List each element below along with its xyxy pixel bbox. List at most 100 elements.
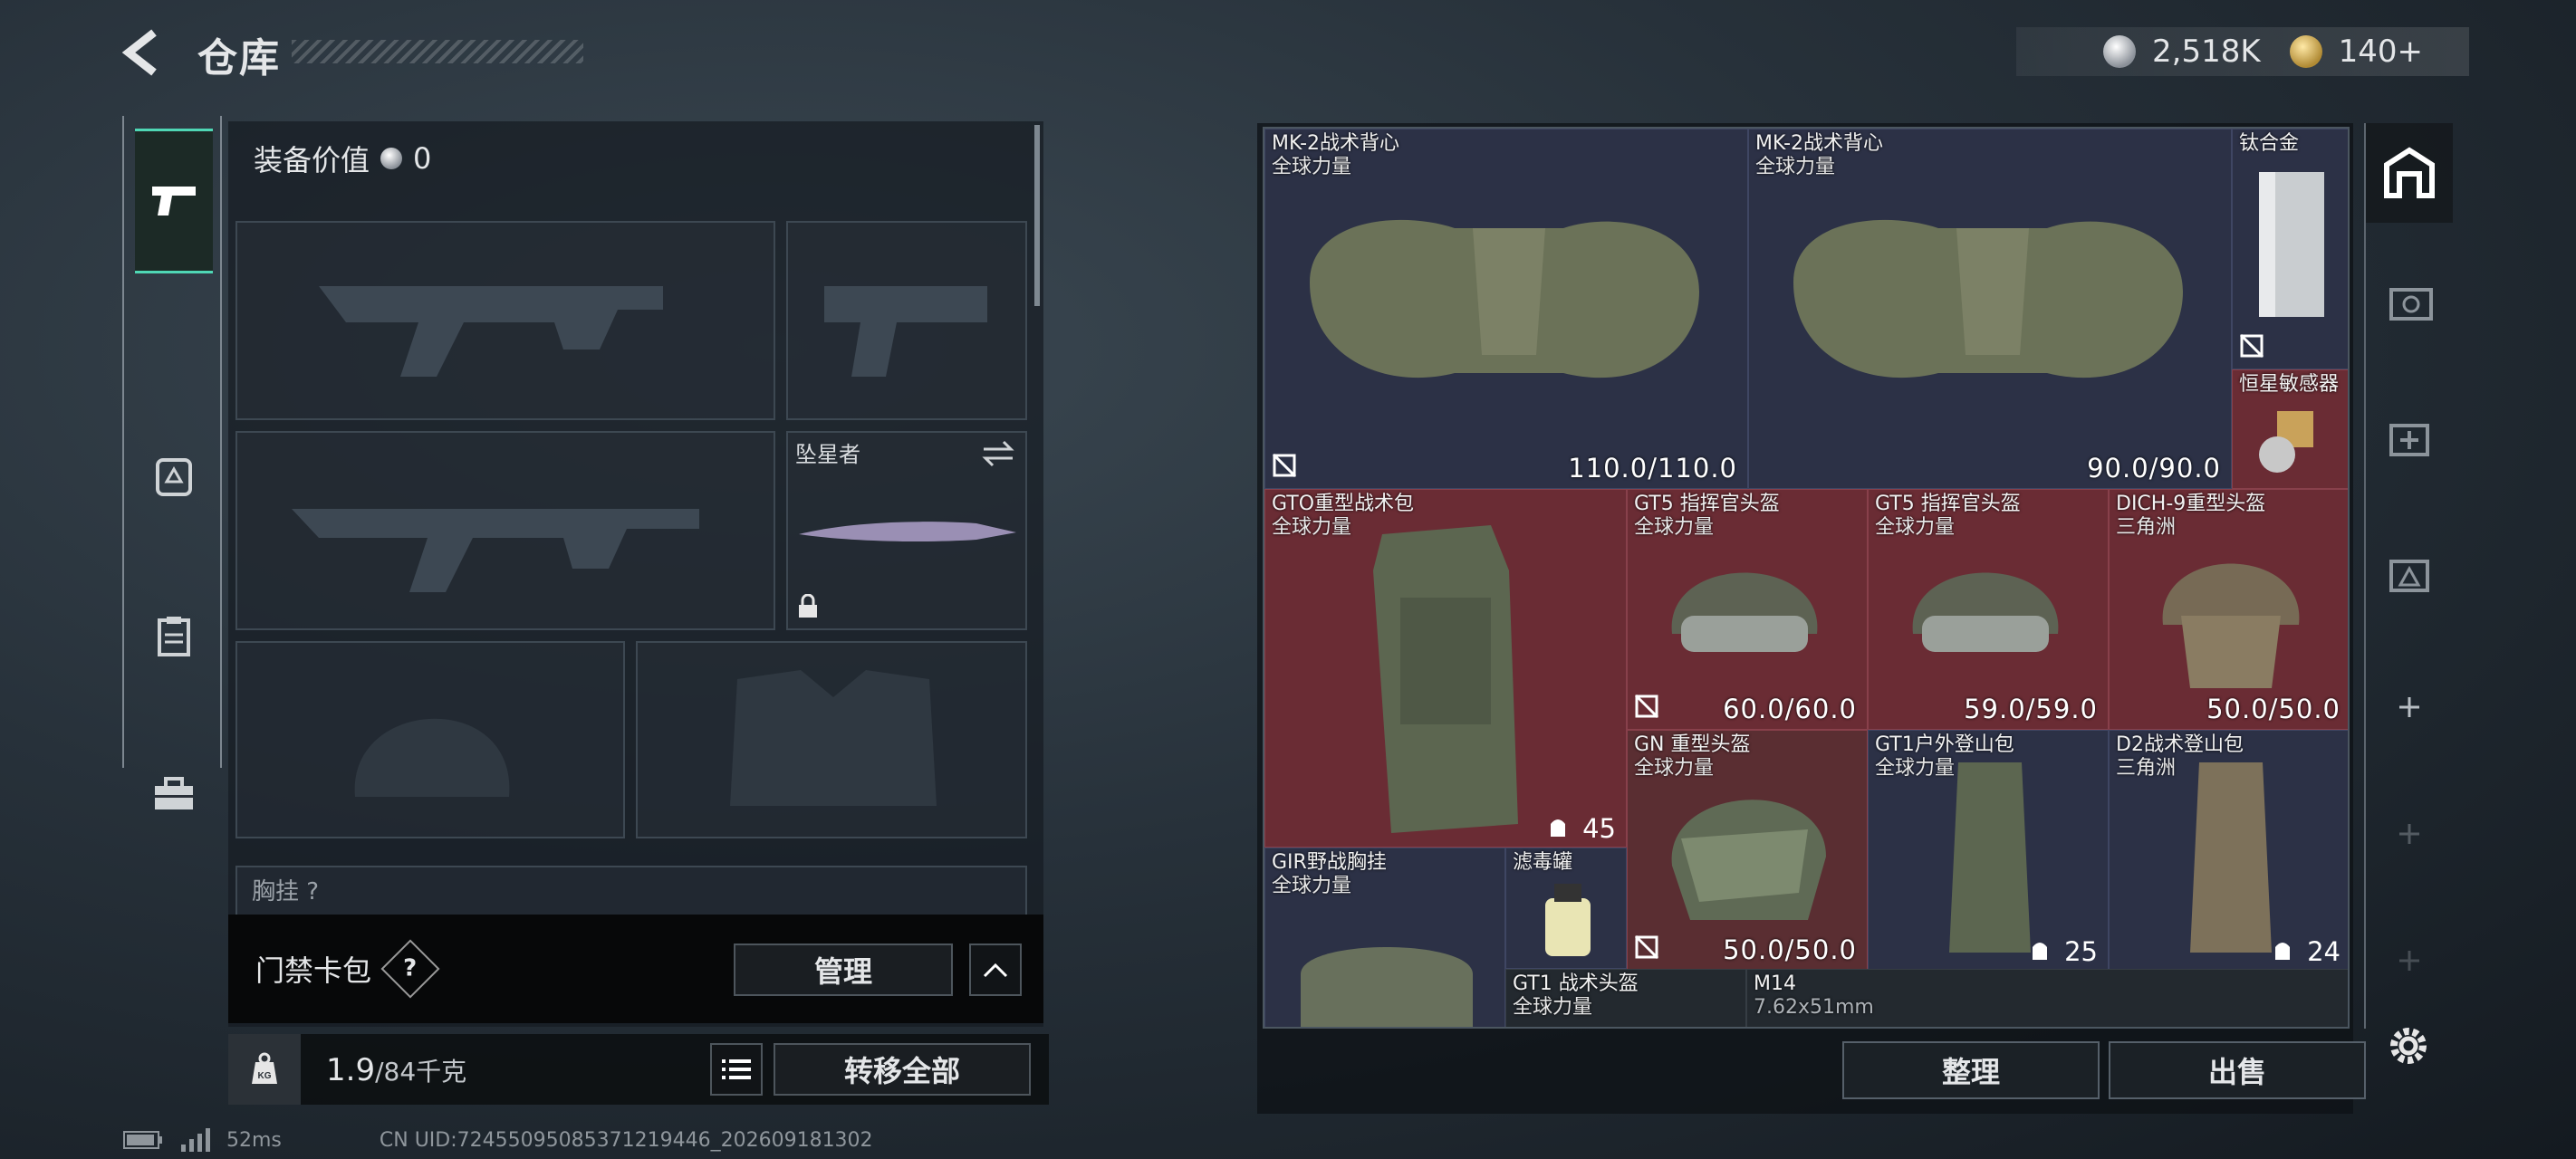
melee-name: 坠星者	[795, 442, 860, 467]
armor-box-icon	[2389, 560, 2429, 592]
equip-value: 装备价值 0	[254, 138, 431, 179]
helmet-icon	[2162, 563, 2300, 688]
storage-item-helmet[interactable]: GT1 战术头盔 全球力量	[1505, 969, 1746, 1027]
signal-icon	[181, 1128, 210, 1152]
storage-item-backpack[interactable]: GTO重型战术包 全球力量 45	[1264, 489, 1627, 848]
storage-item-gas-canister[interactable]: 滤毒罐	[1505, 848, 1627, 969]
tab-storage-4[interactable]	[2366, 250, 2453, 350]
storage-item-rifle[interactable]: M14 7.62x51mm	[1746, 969, 2348, 1027]
chest-rig-label: 胸挂 ?	[252, 878, 320, 905]
storage-box-icon	[2389, 288, 2433, 321]
tab-storage-2[interactable]	[2366, 386, 2453, 485]
sidebar-item-consumables[interactable]	[135, 564, 213, 709]
storage-item-vest[interactable]: MK-2战术背心 全球力量 90.0/90.0	[1748, 129, 2232, 489]
loadout-scrollbar[interactable]	[1034, 125, 1040, 306]
toolbox-icon	[155, 777, 193, 809]
no-trade-icon	[2239, 333, 2264, 362]
gold-currency-value[interactable]: 140+	[2339, 34, 2423, 70]
list-view-button[interactable]	[710, 1043, 763, 1096]
svg-text:KG: KG	[258, 1071, 272, 1081]
chest-rig-icon	[1301, 947, 1473, 1027]
helmet-icon	[1671, 800, 1826, 920]
warehouse-icon	[2384, 147, 2435, 198]
sell-button[interactable]: 出售	[2109, 1041, 2366, 1099]
manage-button[interactable]: 管理	[734, 943, 953, 996]
silver-coin-icon	[380, 148, 403, 169]
storage-item-helmet[interactable]: GN 重型头盔 全球力量 50.0/50.0	[1627, 730, 1868, 971]
status-bar: 52ms CN UID:7245509508537121944​6_202609…	[123, 1128, 873, 1152]
vest-icon	[1310, 219, 1699, 378]
transfer-all-button[interactable]: 转移全部	[774, 1043, 1031, 1096]
storage-item-helmet[interactable]: GT5 指挥官头盔 全球力量 59.0/59.0	[1868, 489, 2109, 730]
capacity-icon	[2275, 943, 2290, 960]
sidebar-item-toolbox[interactable]	[135, 723, 213, 867]
weight-readout: 1.9/84千克	[326, 1052, 466, 1088]
durability-text: 110.0/110.0	[1568, 453, 1737, 484]
equip-value-amount: 0	[413, 141, 432, 176]
body-armor-slot[interactable]	[636, 641, 1027, 838]
battery-icon	[123, 1131, 162, 1149]
keycard-label: 门禁卡包	[255, 953, 372, 988]
gear-icon	[2390, 1028, 2427, 1064]
silver-currency-value: 2,518K	[2152, 34, 2261, 70]
storage-item-helmet[interactable]: GT5 指挥官头盔 全球力量 60.0/60.0	[1627, 489, 1868, 730]
silver-coin-icon	[2103, 35, 2136, 68]
rifle-silhouette-icon	[319, 286, 663, 377]
primary-weapon-slot[interactable]	[235, 221, 775, 420]
title-decoration	[292, 40, 583, 63]
weight-current: 1.9	[326, 1052, 376, 1088]
helmet-icon	[1912, 572, 2059, 652]
settings-button[interactable]	[2384, 1021, 2433, 1074]
storage-item-helmet[interactable]: DICH-9重型头盔 三角洲 50.0/50.0	[2109, 489, 2348, 730]
lock-icon	[799, 594, 817, 618]
helmet-slot[interactable]	[235, 641, 625, 838]
canister-icon	[1545, 884, 1591, 956]
swap-icon[interactable]	[980, 440, 1016, 467]
armor-silhouette-icon	[730, 670, 937, 806]
chevron-up-icon	[983, 963, 1008, 978]
ping-text: 52ms	[226, 1128, 282, 1152]
no-trade-icon	[1272, 453, 1297, 482]
add-tab-button[interactable]	[2366, 657, 2453, 757]
melee-slot[interactable]: 坠星者	[786, 431, 1027, 630]
backpack-icon	[1949, 762, 2031, 953]
clipboard-icon	[158, 617, 190, 656]
storage-item-chest-rig[interactable]: GIR野战胸挂 全球力量	[1264, 848, 1505, 1027]
sort-button[interactable]: 整理	[1842, 1041, 2100, 1099]
currency-bar: 2,518K 140+	[2016, 27, 2469, 76]
add-tab-button-locked[interactable]	[2366, 784, 2453, 884]
tab-storage-home[interactable]	[2366, 123, 2453, 223]
metal-plate-icon	[2259, 172, 2324, 317]
storage-item-vest[interactable]: MK-2战术背心 全球力量 110.0/110.0	[1264, 129, 1748, 489]
storage-grid[interactable]: MK-2战术背心 全球力量 110.0/110.0 MK-2战术背心 全球力量 90…	[1263, 127, 2350, 1029]
sensor-icon	[2259, 411, 2313, 473]
chest-rig-slot[interactable]: 胸挂 ?	[235, 866, 1027, 920]
vest-icon	[1793, 219, 2183, 378]
storage-item-backpack[interactable]: D2战术登山包 三角洲 24	[2109, 730, 2348, 971]
storage-item-backpack[interactable]: GT1户外登山包 全球力量 25	[1868, 730, 2109, 971]
add-tab-button-locked[interactable]	[2366, 911, 2453, 1011]
no-trade-icon	[1634, 694, 1659, 723]
backpack-icon	[2190, 762, 2272, 953]
storage-item-titanium[interactable]: 钛合金	[2232, 129, 2348, 369]
medkit-icon	[2389, 424, 2429, 456]
pistol-silhouette-icon	[824, 286, 987, 377]
rifle-silhouette-icon	[292, 509, 699, 592]
gold-coin-icon	[2289, 35, 2322, 68]
storage-item-star-sensor[interactable]: 恒星敏感器	[2232, 369, 2348, 489]
tab-storage-3[interactable]	[2366, 522, 2453, 621]
storage-tabs	[2364, 123, 2453, 1029]
sidebar-item-weapons[interactable]	[135, 129, 213, 273]
collapse-button[interactable]	[969, 943, 1022, 996]
help-icon[interactable]: ?	[380, 939, 440, 999]
pistol-slot[interactable]	[786, 221, 1027, 420]
category-sidebar	[122, 116, 222, 809]
page-title: 仓库	[197, 35, 281, 81]
knife-icon	[799, 522, 1016, 541]
back-arrow-icon[interactable]	[118, 27, 168, 78]
helmet-icon	[1671, 572, 1818, 652]
secondary-weapon-slot[interactable]	[235, 431, 775, 630]
capacity-icon	[2033, 943, 2047, 960]
sidebar-item-armor[interactable]	[135, 404, 213, 549]
weight-icon: KG	[228, 1034, 301, 1105]
